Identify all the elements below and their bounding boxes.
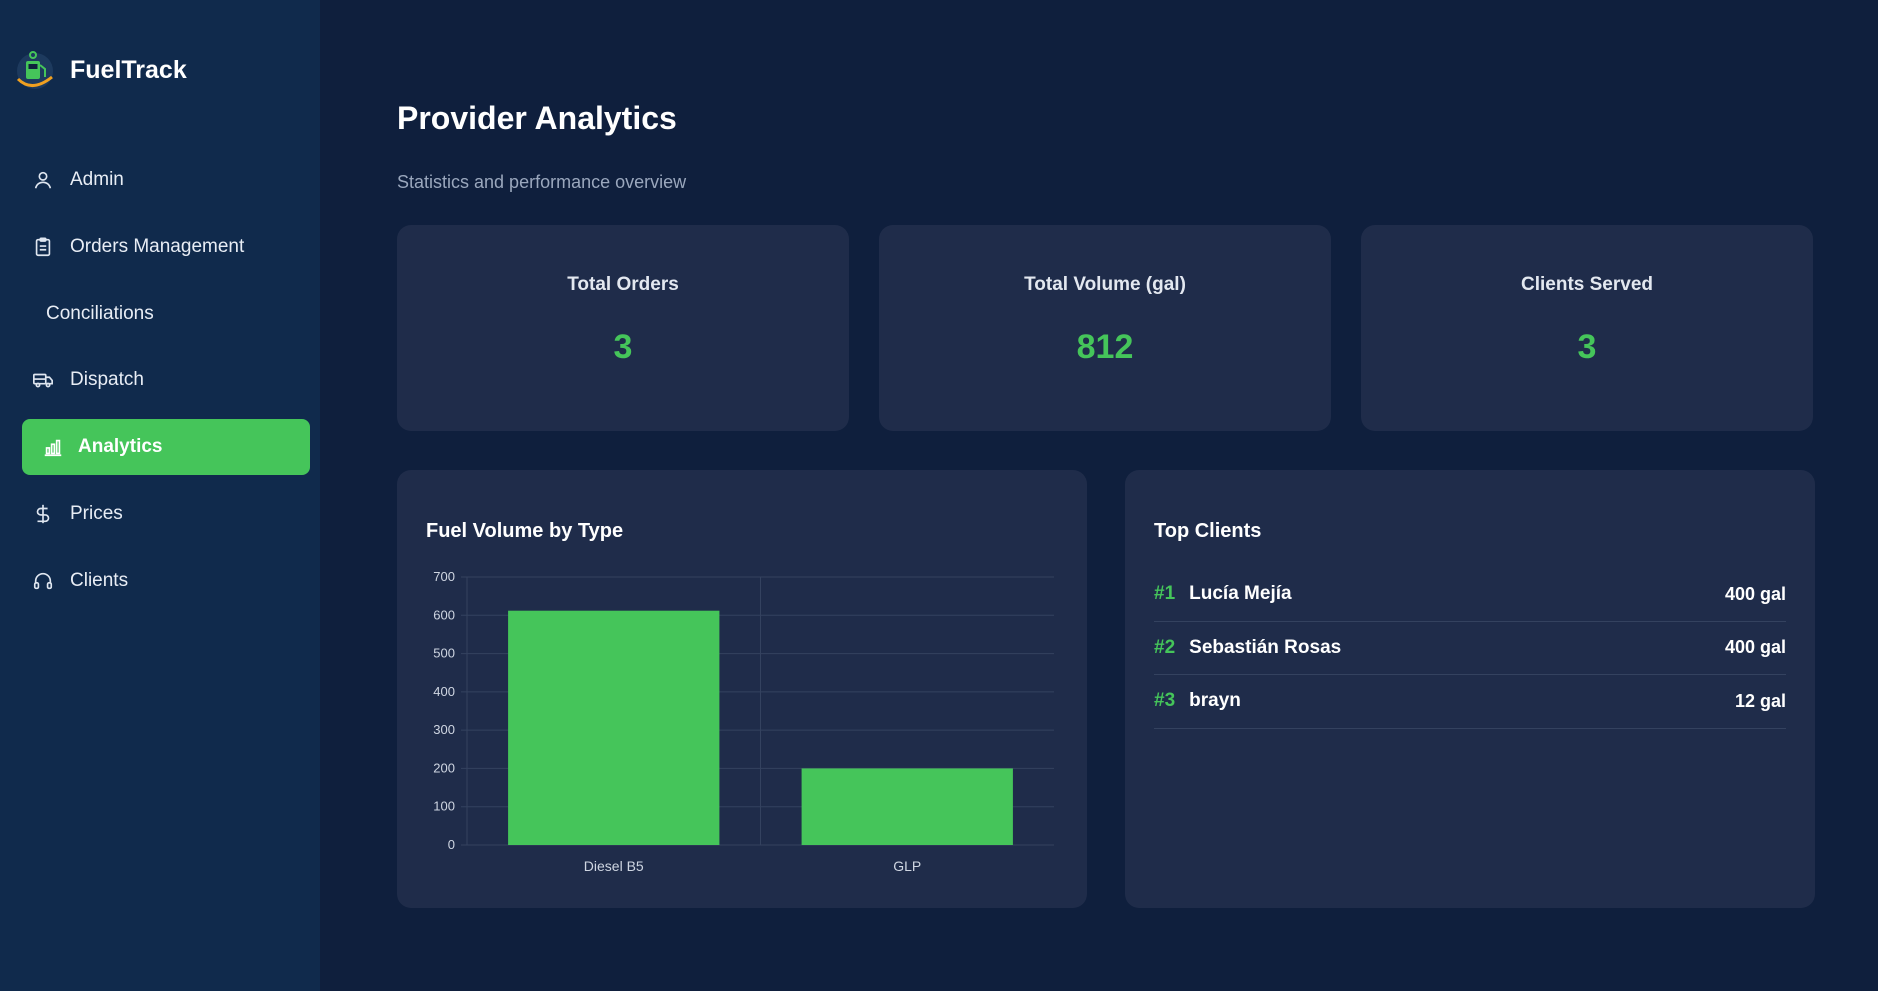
stat-value: 812 <box>1076 328 1134 366</box>
page-subtitle: Statistics and performance overview <box>397 172 687 192</box>
client-rank: #3 <box>1154 690 1176 712</box>
stat-label: Total Orders <box>567 274 679 295</box>
sidebar-item-label: Analytics <box>78 436 163 458</box>
sidebar-item-label: Admin <box>70 169 124 190</box>
client-name: brayn <box>1189 690 1241 712</box>
brand[interactable]: FuelTrack <box>14 48 187 92</box>
headset-icon <box>32 570 54 592</box>
list-item: #3 brayn 12 gal <box>1154 675 1786 729</box>
client-name: Sebastián Rosas <box>1189 636 1342 658</box>
y-tick-label: 0 <box>448 837 455 852</box>
y-tick-label: 400 <box>433 684 455 699</box>
stat-value: 3 <box>1577 328 1597 366</box>
sidebar-item-analytics[interactable]: Analytics <box>22 419 310 476</box>
y-tick-label: 600 <box>433 607 455 622</box>
x-tick-label: Diesel B5 <box>584 858 644 874</box>
sidebar-item-label: Conciliations <box>46 302 154 324</box>
fuel-volume-bar-chart: 0 100 200 300 400 500 600 700 Diesel B5 GLP <box>433 569 1054 874</box>
client-volume: 12 gal <box>1734 690 1786 711</box>
stat-card-clients-served: Clients Served 3 <box>1361 225 1813 431</box>
stat-card-total-volume: Total Volume (gal) 812 <box>879 225 1331 431</box>
sidebar-item-label: Prices <box>70 502 123 524</box>
page-title: Provider Analytics <box>397 100 677 136</box>
client-rank: #2 <box>1154 636 1176 658</box>
truck-icon <box>32 369 54 391</box>
top-clients-title: Top Clients <box>1154 520 1262 542</box>
y-tick-label: 300 <box>433 722 455 737</box>
list-item: #1 Lucía Mejía 400 gal <box>1154 568 1786 622</box>
client-volume: 400 gal <box>1724 637 1786 658</box>
y-tick-label: 500 <box>433 646 455 661</box>
bar-chart-icon <box>42 436 64 458</box>
fuel-pump-logo-icon <box>14 49 56 91</box>
sidebar-nav: Admin Orders Management Conciliations Di… <box>22 152 310 620</box>
sidebar-item-label: Dispatch <box>70 369 144 391</box>
y-tick-label: 700 <box>433 569 455 584</box>
top-clients-list: #1 Lucía Mejía 400 gal #2 Sebastián Rosa… <box>1154 568 1786 729</box>
sidebar-item-conciliations[interactable]: Conciliations <box>22 286 310 342</box>
sidebar-item-label: Orders Management <box>70 235 245 257</box>
client-rank: #1 <box>1154 583 1176 605</box>
bar <box>508 610 720 845</box>
top-clients-panel: Top Clients #1 Lucía Mejía 400 gal #2 Se… <box>1125 470 1815 908</box>
sidebar-item-prices[interactable]: Prices <box>22 486 310 542</box>
user-icon <box>32 169 54 191</box>
sidebar-item-dispatch[interactable]: Dispatch <box>22 352 310 408</box>
client-volume: 400 gal <box>1724 583 1786 604</box>
y-tick-label: 200 <box>433 760 455 775</box>
dollar-icon <box>32 503 54 525</box>
fuel-volume-chart-panel: Fuel Volume by Type 0 100 200 300 400 500 600 7… <box>397 470 1087 908</box>
stat-value: 3 <box>613 328 633 366</box>
client-name: Lucía Mejía <box>1189 583 1292 605</box>
sidebar: FuelTrack Admin Orders Management Concil… <box>0 0 320 991</box>
sidebar-item-label: Clients <box>70 569 129 591</box>
sidebar-item-orders-management[interactable]: Orders Management <box>22 219 310 275</box>
y-tick-label: 100 <box>433 799 455 814</box>
list-item: #2 Sebastián Rosas 400 gal <box>1154 622 1786 675</box>
stat-card-total-orders: Total Orders 3 <box>397 225 849 431</box>
app-name: FuelTrack <box>70 55 187 84</box>
stat-label: Clients Served <box>1521 274 1653 295</box>
clipboard-icon <box>32 236 54 258</box>
bar <box>801 768 1013 845</box>
stat-label: Total Volume (gal) <box>1024 274 1186 295</box>
sidebar-item-admin[interactable]: Admin <box>22 152 310 208</box>
sidebar-item-clients[interactable]: Clients <box>22 553 310 609</box>
x-tick-label: GLP <box>893 858 921 874</box>
